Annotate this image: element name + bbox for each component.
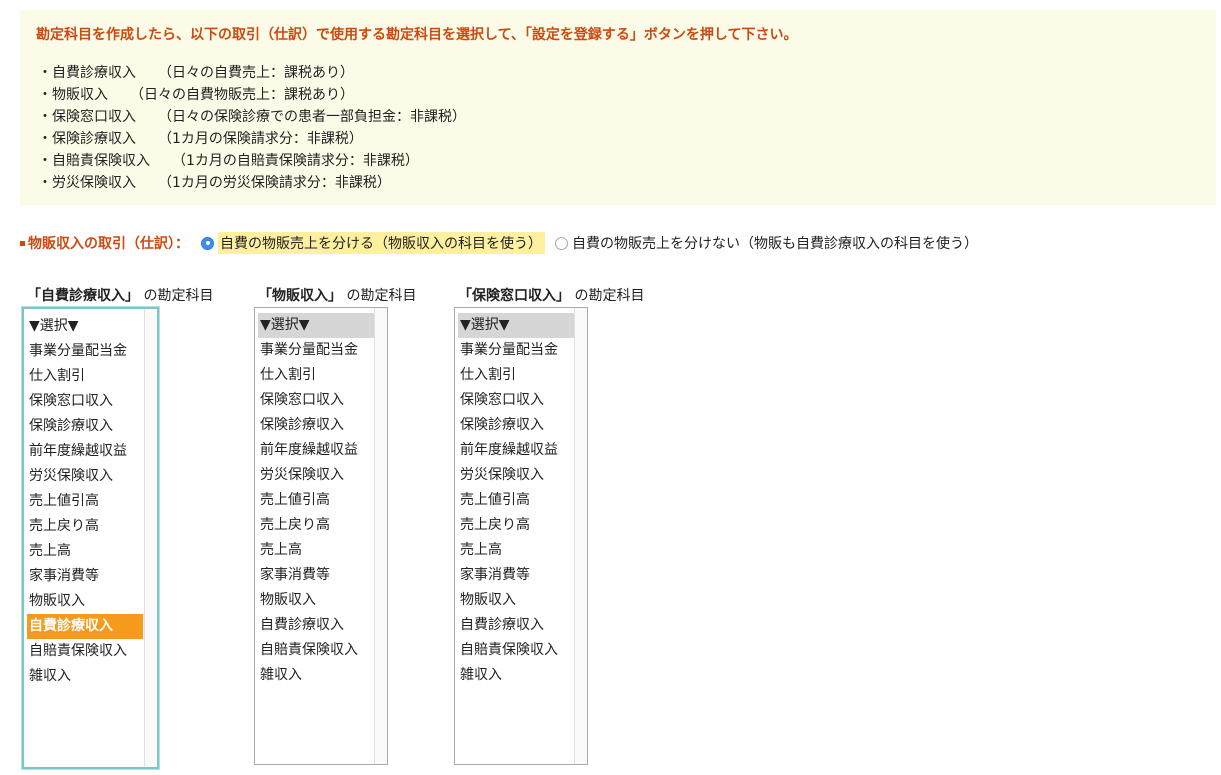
bullet: ・ — [38, 65, 52, 81]
account-name: 物販収入 — [52, 87, 108, 103]
radio-split-sales[interactable]: 自費の物販売上を分ける（物販収入の科目を使う） — [201, 232, 545, 254]
listbox-option[interactable]: 事業分量配当金 — [27, 339, 143, 364]
listbox-option[interactable]: 家事消費等 — [458, 563, 574, 588]
account-desc: （1カ月の保険請求分：非課税） — [158, 131, 363, 147]
listbox-option[interactable]: 仕入割引 — [258, 363, 374, 388]
listbox-option[interactable]: 家事消費等 — [258, 563, 374, 588]
radio-split-sales-label[interactable]: 自費の物販売上を分ける（物販収入の科目を使う） — [218, 232, 545, 254]
listbox-option[interactable]: 仕入割引 — [458, 363, 574, 388]
listbox-option[interactable]: 労災保険収入 — [27, 464, 143, 489]
account-desc: （1カ月の自賠責保険請求分：非課税） — [172, 153, 419, 169]
scrollbar[interactable] — [144, 309, 157, 767]
listbox-heading-jihi: 「自費診療収入」 の勘定科目 — [27, 288, 214, 304]
account-name: 自費診療収入 — [52, 65, 136, 81]
listbox-option[interactable]: 事業分量配当金 — [258, 338, 374, 363]
listbox-option[interactable]: 家事消費等 — [27, 564, 143, 589]
account-listbox-jihi[interactable]: ▼選択▼ 事業分量配当金 仕入割引 保険窓口収入 保険診療収入 前年度繰越収益 労災保険収入… — [22, 307, 159, 769]
instruction-item: ・保険診療収入 （1カ月の保険請求分：非課税） — [38, 128, 466, 150]
radio-unchecked-icon[interactable] — [555, 236, 568, 250]
account-name: 労災保険収入 — [52, 175, 136, 191]
listbox-option[interactable]: 保険診療収入 — [27, 414, 143, 439]
listbox-option[interactable]: 雑収入 — [458, 663, 574, 688]
listbox-option-selected[interactable]: ▼選択▼ — [458, 313, 574, 338]
sales-option-label: 物販収入の取引（仕訳）： — [20, 233, 189, 253]
listbox-option[interactable]: 保険診療収入 — [258, 413, 374, 438]
account-listbox-buppan[interactable]: ▼選択▼ 事業分量配当金 仕入割引 保険窓口収入 保険診療収入 前年度繰越収益 労災保険収入… — [254, 307, 388, 765]
listbox-option[interactable]: 前年度繰越収益 — [27, 439, 143, 464]
listbox-option[interactable]: 売上値引高 — [258, 488, 374, 513]
listbox-option[interactable]: 保険窓口収入 — [27, 389, 143, 414]
listbox-option[interactable]: 労災保険収入 — [258, 463, 374, 488]
listbox-option[interactable]: 仕入割引 — [27, 364, 143, 389]
account-listbox-madoguchi[interactable]: ▼選択▼ 事業分量配当金 仕入割引 保険窓口収入 保険診療収入 前年度繰越収益 労災保険収入… — [454, 307, 588, 765]
account-desc: （日々の保険診療での患者一部負担金：非課税） — [158, 109, 466, 125]
radio-merge-sales[interactable]: 自費の物販売上を分けない（物販も自費診療収入の科目を使う） — [555, 233, 978, 253]
listbox-option[interactable]: 前年度繰越収益 — [258, 438, 374, 463]
instruction-title: 勘定科目を作成したら、以下の取引（仕訳）で使用する勘定科目を選択して、「設定を登… — [36, 27, 798, 43]
account-desc: （1カ月の労災保険請求分：非課税） — [158, 175, 391, 191]
listbox-option[interactable]: ▼選択▼ — [27, 314, 143, 339]
listbox-heading-madoguchi: 「保険窓口収入」 の勘定科目 — [458, 288, 645, 304]
account-name: 自賠責保険収入 — [52, 153, 150, 169]
bullet: ・ — [38, 131, 52, 147]
listbox-option[interactable]: 保険窓口収入 — [258, 388, 374, 413]
listbox-option[interactable]: 売上戻り高 — [458, 513, 574, 538]
instruction-item: ・労災保険収入 （1カ月の労災保険請求分：非課税） — [38, 172, 466, 194]
listbox-option[interactable]: 売上高 — [458, 538, 574, 563]
instruction-list: ・自費診療収入 （日々の自費売上：課税あり） ・物販収入 （日々の自費物販売上：課税… — [38, 62, 466, 194]
listbox-option[interactable]: 自賠責保険収入 — [27, 639, 143, 664]
radio-checked-icon[interactable] — [201, 236, 214, 250]
bullet: ・ — [38, 175, 52, 191]
account-name: 保険診療収入 — [52, 131, 136, 147]
listbox-option-selected[interactable]: 自費診療収入 — [27, 614, 143, 639]
listbox-option[interactable]: 物販収入 — [27, 589, 143, 614]
listbox-option[interactable]: 自賠責保険収入 — [258, 638, 374, 663]
listbox-option[interactable]: 売上高 — [27, 539, 143, 564]
listbox-option[interactable]: 売上戻り高 — [27, 514, 143, 539]
sales-option-row: 物販収入の取引（仕訳）： 自費の物販売上を分ける（物販収入の科目を使う） 自費の… — [20, 231, 978, 255]
listbox-option[interactable]: 売上値引高 — [27, 489, 143, 514]
listbox-option[interactable]: 売上高 — [258, 538, 374, 563]
listbox-option[interactable]: 保険診療収入 — [458, 413, 574, 438]
bullet: ・ — [38, 87, 52, 103]
listbox-option[interactable]: 自費診療収入 — [258, 613, 374, 638]
account-desc: （日々の自費売上：課税あり） — [158, 65, 354, 81]
listbox-heading-buppan: 「物販収入」 の勘定科目 — [258, 288, 417, 304]
listbox-option[interactable]: 物販収入 — [458, 588, 574, 613]
account-name: 保険窓口収入 — [52, 109, 136, 125]
instruction-item: ・自賠責保険収入 （1カ月の自賠責保険請求分：非課税） — [38, 150, 466, 172]
listbox-option[interactable]: 売上値引高 — [458, 488, 574, 513]
listbox-option[interactable]: 売上戻り高 — [258, 513, 374, 538]
listbox-option[interactable]: 物販収入 — [258, 588, 374, 613]
bullet: ・ — [38, 153, 52, 169]
scrollbar[interactable] — [574, 308, 587, 764]
instruction-panel: 勘定科目を作成したら、以下の取引（仕訳）で使用する勘定科目を選択して、「設定を登… — [20, 10, 1216, 205]
listbox-option[interactable]: 労災保険収入 — [458, 463, 574, 488]
instruction-item: ・保険窓口収入 （日々の保険診療での患者一部負担金：非課税） — [38, 106, 466, 128]
instruction-item: ・物販収入 （日々の自費物販売上：課税あり） — [38, 84, 466, 106]
scrollbar[interactable] — [374, 308, 387, 764]
listbox-option[interactable]: 事業分量配当金 — [458, 338, 574, 363]
listbox-option[interactable]: 雑収入 — [27, 664, 143, 689]
listbox-option[interactable]: 雑収入 — [258, 663, 374, 688]
listbox-option[interactable]: 前年度繰越収益 — [458, 438, 574, 463]
square-bullet-icon — [20, 240, 25, 246]
listbox-option[interactable]: 自賠責保険収入 — [458, 638, 574, 663]
instruction-item: ・自費診療収入 （日々の自費売上：課税あり） — [38, 62, 466, 84]
account-desc: （日々の自費物販売上：課税あり） — [130, 87, 354, 103]
listbox-option-selected[interactable]: ▼選択▼ — [258, 313, 374, 338]
bullet: ・ — [38, 109, 52, 125]
listbox-option[interactable]: 保険窓口収入 — [458, 388, 574, 413]
radio-merge-sales-label[interactable]: 自費の物販売上を分けない（物販も自費診療収入の科目を使う） — [572, 233, 978, 253]
listbox-option[interactable]: 自費診療収入 — [458, 613, 574, 638]
